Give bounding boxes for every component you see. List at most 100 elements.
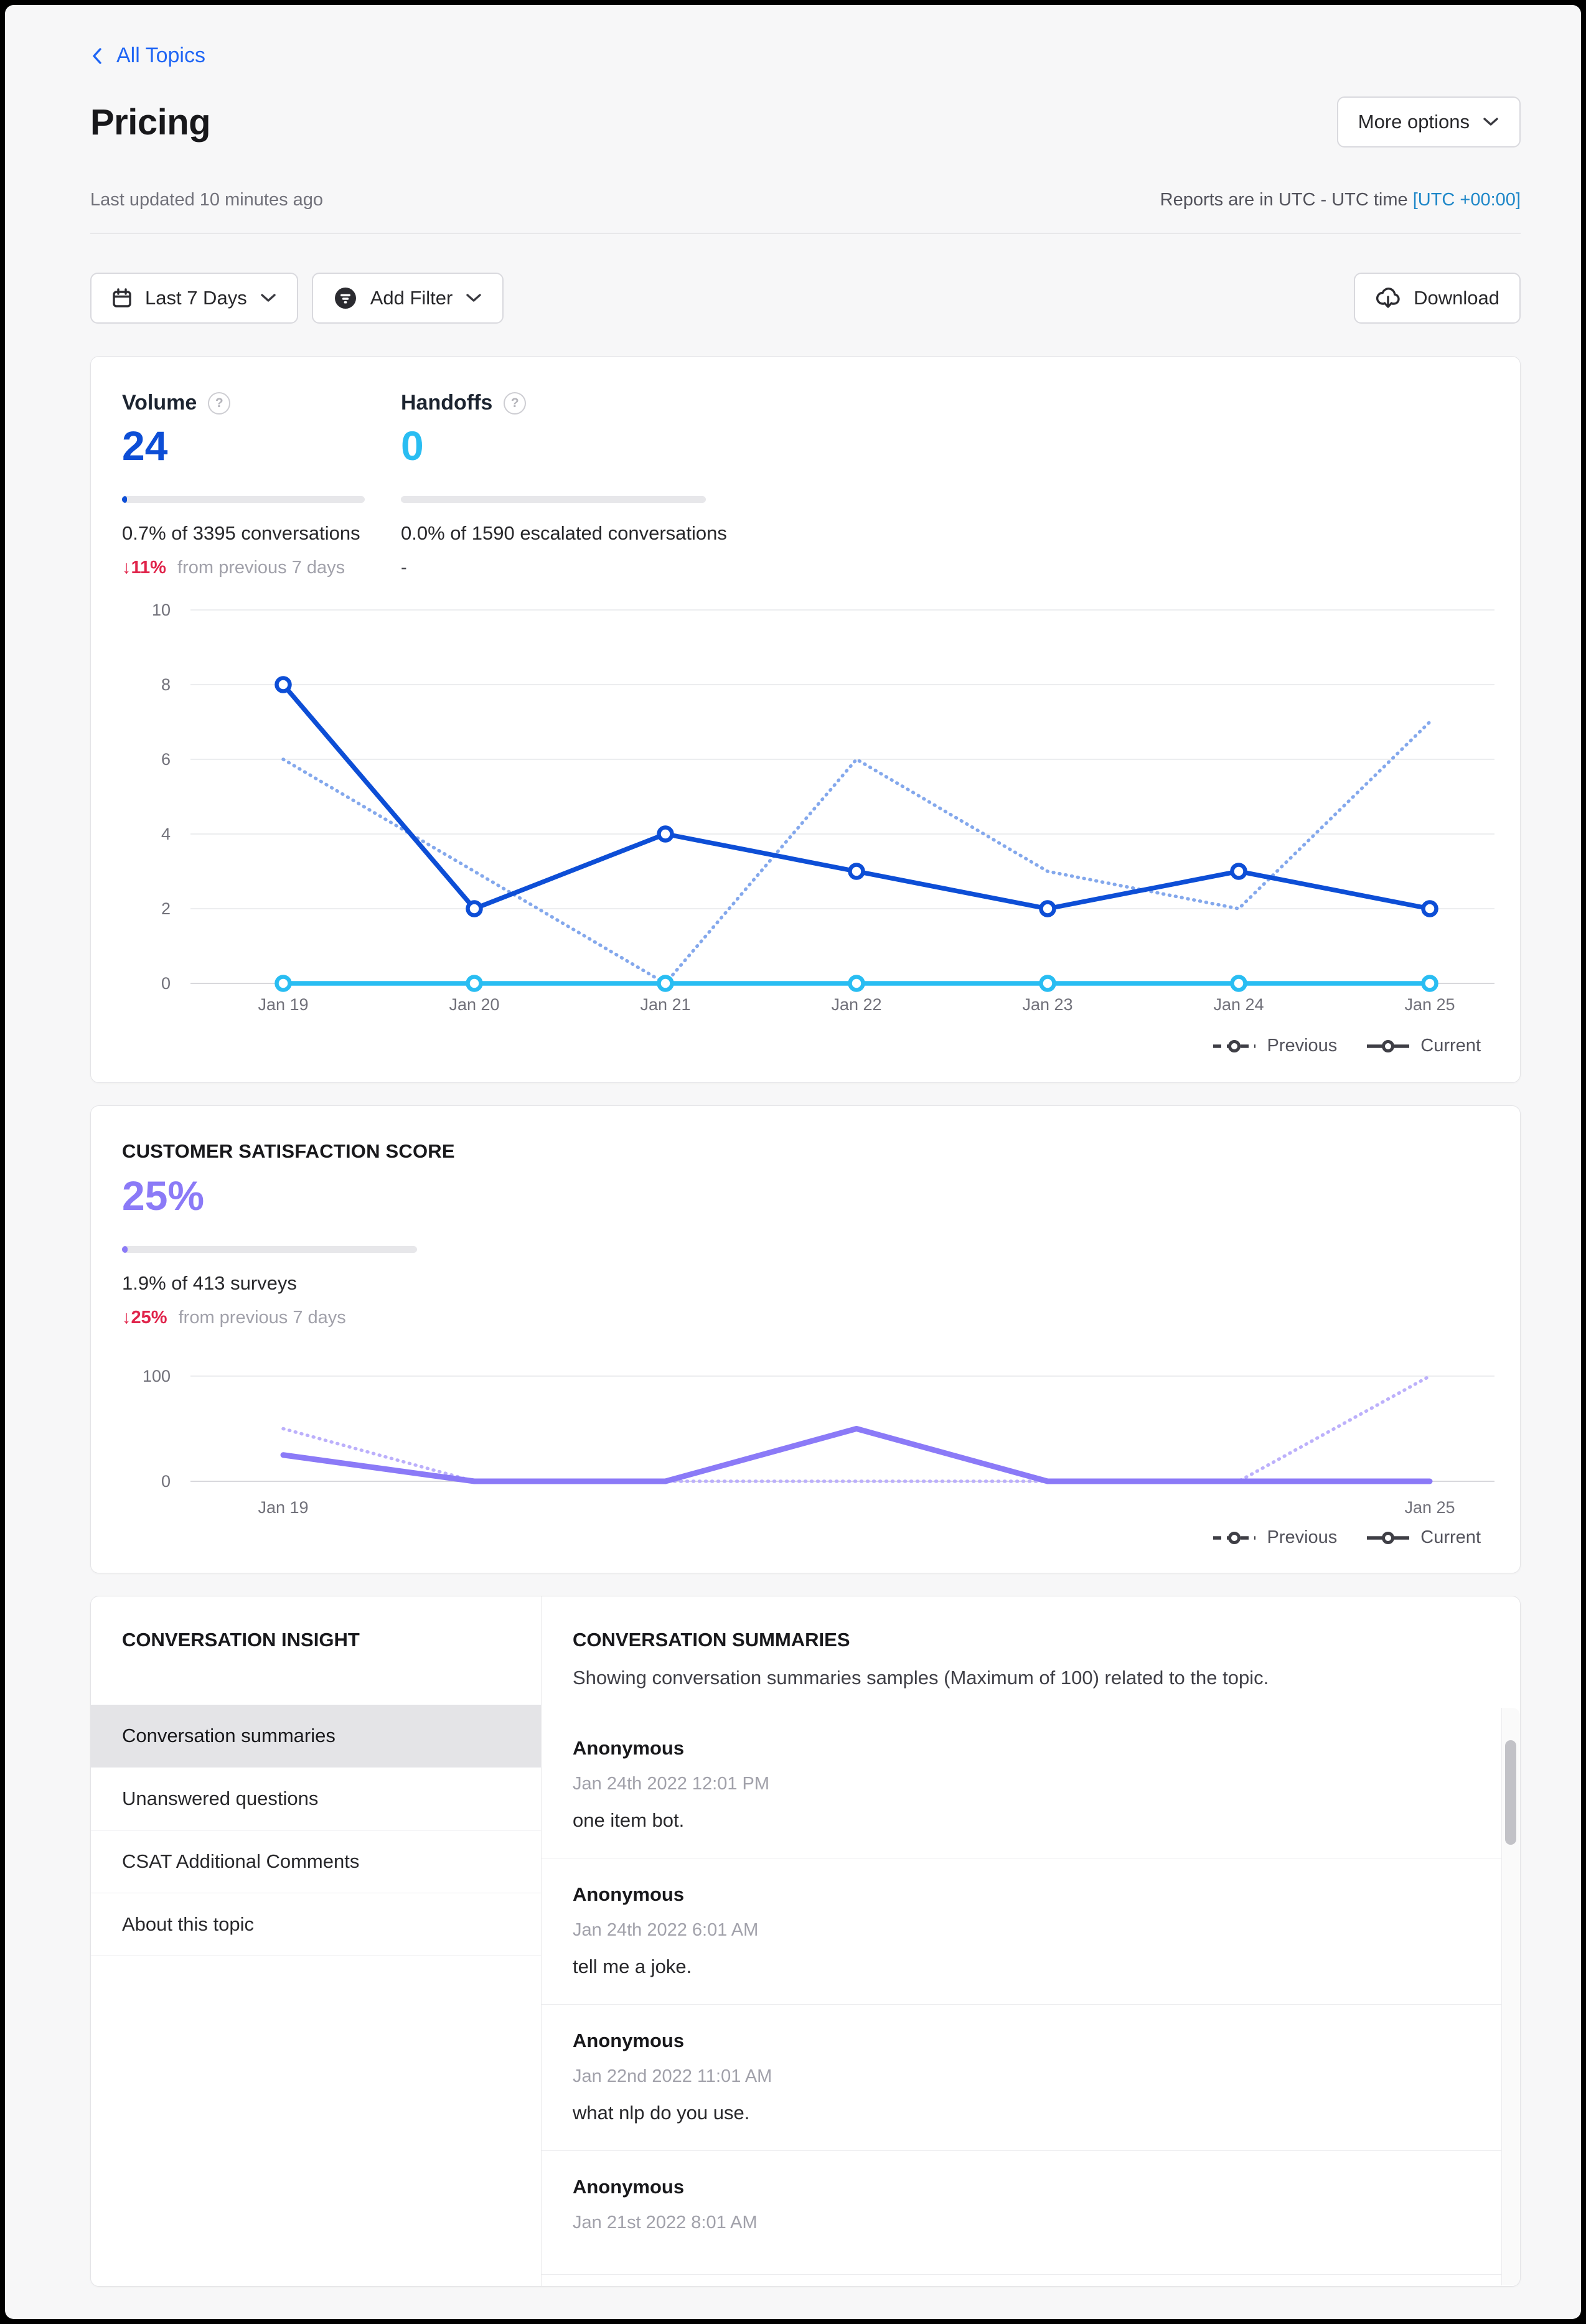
scrollbar-track[interactable] [1501,1708,1520,2285]
timezone-link[interactable]: [UTC +00:00] [1413,190,1521,210]
scrollbar-thumb[interactable] [1505,1740,1516,1845]
summary-entry: Anonymous Jan 24th 2022 6:01 AM tell me a … [542,1858,1520,2005]
entry-timestamp: Jan 21st 2022 8:01 AM [573,2212,1464,2233]
summaries-list[interactable]: Anonymous Jan 24th 2022 12:01 PM one item … [542,1712,1520,2275]
last-updated-text: Last updated 10 minutes ago [90,190,323,210]
svg-text:Jan 24: Jan 24 [1213,995,1264,1014]
sidebar-item-conversation-summaries[interactable]: Conversation summaries [91,1705,541,1768]
calendar-icon [111,288,133,309]
svg-text:10: 10 [152,601,171,619]
add-filter-label: Add Filter [370,287,453,309]
entry-timestamp: Jan 22nd 2022 11:01 AM [573,2066,1464,2087]
svg-text:Jan 21: Jan 21 [640,995,690,1014]
handoffs-value: 0 [401,423,1486,469]
entry-message: one item bot. [573,1809,1464,1832]
svg-text:Jan 23: Jan 23 [1022,995,1072,1014]
summary-entry: Anonymous Jan 22nd 2022 11:01 AM what nlp … [542,2005,1520,2151]
chevron-down-icon [1482,116,1499,128]
timezone-note: Reports are in UTC - UTC time [UTC +00:0… [1160,190,1521,210]
summary-entry: Anonymous Jan 24th 2022 12:01 PM one item … [542,1712,1520,1858]
svg-text:Jan 19: Jan 19 [258,1498,308,1517]
download-label: Download [1414,287,1499,309]
entry-message: tell me a joke. [573,1956,1464,1978]
entry-timestamp: Jan 24th 2022 12:01 PM [573,1773,1464,1794]
dashed-line-marker-icon [1212,1039,1257,1053]
volume-delta-note: from previous 7 days [177,558,345,578]
legend-current: Current [1366,1527,1481,1548]
page-title: Pricing [90,101,210,143]
legend-current: Current [1366,1036,1481,1056]
legend-previous: Previous [1212,1527,1337,1548]
handoffs-metric: Handoffs ? 0 0.0% of 1590 escalated conv… [401,391,1486,579]
svg-text:Jan 20: Jan 20 [449,995,499,1014]
insight-heading: CONVERSATION INSIGHT [91,1596,541,1651]
volume-subtitle: 0.7% of 3395 conversations [122,522,401,545]
volume-handoffs-card: Volume ? 24 0.7% of 3395 conversations ↓… [90,356,1521,1083]
summaries-subtitle: Showing conversation summaries samples (… [573,1666,1483,1690]
summary-entry: Anonymous Jan 21st 2022 8:01 AM [542,2151,1520,2275]
summaries-heading: CONVERSATION SUMMARIES [542,1596,1520,1651]
volume-handoffs-chart[interactable]: 0246810Jan 19Jan 20Jan 21Jan 22Jan 23Jan… [116,590,1523,1032]
date-range-button[interactable]: Last 7 Days [90,273,298,324]
sidebar-item-csat-additional-comments[interactable]: CSAT Additional Comments [91,1830,541,1893]
csat-delta: ↓25% [122,1308,167,1328]
dashed-line-marker-icon [1212,1531,1257,1545]
handoffs-progress-bar [401,496,706,503]
svg-text:Jan 22: Jan 22 [831,995,881,1014]
download-button[interactable]: Download [1354,273,1521,324]
help-circle-icon[interactable]: ? [208,392,230,415]
svg-text:0: 0 [161,974,171,993]
entry-author: Anonymous [573,2176,1464,2198]
chart-legend: Previous Current [122,1527,1486,1548]
filter-icon [333,286,358,311]
chevron-down-icon [260,293,277,304]
back-to-all-topics-link[interactable]: All Topics [90,44,205,68]
insight-sidebar: CONVERSATION INSIGHT Conversation summar… [91,1596,542,2286]
csat-card: CUSTOMER SATISFACTION SCORE 25% 1.9% of … [90,1105,1521,1573]
report-page: All Topics Pricing More options Last upd… [5,5,1581,2319]
conversation-insight-card: CONVERSATION INSIGHT Conversation summar… [90,1596,1521,2287]
entry-timestamp: Jan 24th 2022 6:01 AM [573,1919,1464,1941]
csat-progress-fill [122,1246,128,1253]
csat-subtitle: 1.9% of 413 surveys [122,1272,1486,1295]
more-options-button[interactable]: More options [1337,96,1521,148]
csat-value: 25% [122,1173,1486,1219]
csat-delta-note: from previous 7 days [179,1308,346,1328]
legend-previous: Previous [1212,1036,1337,1056]
svg-text:8: 8 [161,675,171,694]
csat-chart[interactable]: 0100Jan 19Jan 25 [116,1340,1523,1524]
entry-author: Anonymous [573,2030,1464,2052]
sidebar-item-about-this-topic[interactable]: About this topic [91,1893,541,1956]
cloud-download-icon [1375,286,1401,310]
handoffs-label: Handoffs [401,391,492,415]
date-range-label: Last 7 Days [145,287,247,309]
entry-author: Anonymous [573,1737,1464,1759]
solid-line-marker-icon [1366,1531,1410,1545]
help-circle-icon[interactable]: ? [504,392,526,415]
svg-text:Jan 25: Jan 25 [1404,995,1455,1014]
chevron-down-icon [465,293,482,304]
csat-progress-bar [122,1246,417,1253]
svg-text:Jan 25: Jan 25 [1404,1498,1455,1517]
add-filter-button[interactable]: Add Filter [312,273,504,324]
volume-progress-fill [122,496,127,503]
svg-text:0: 0 [161,1472,171,1491]
svg-text:4: 4 [161,825,171,843]
entry-author: Anonymous [573,1883,1464,1906]
back-link-label: All Topics [116,44,205,68]
svg-text:6: 6 [161,750,171,769]
chevron-left-icon [90,46,105,66]
entry-message: what nlp do you use. [573,2102,1464,2124]
insight-menu: Conversation summariesUnanswered questio… [91,1705,541,1956]
chart-legend: Previous Current [122,1036,1486,1056]
volume-progress-bar [122,496,365,503]
solid-line-marker-icon [1366,1039,1410,1053]
header-divider [90,233,1521,234]
handoffs-delta: - [401,558,407,578]
summaries-panel: CONVERSATION SUMMARIES Showing conversat… [542,1596,1520,2286]
volume-metric: Volume ? 24 0.7% of 3395 conversations ↓… [122,391,401,579]
csat-heading: CUSTOMER SATISFACTION SCORE [122,1140,1486,1163]
handoffs-subtitle: 0.0% of 1590 escalated conversations [401,522,1486,545]
sidebar-item-unanswered-questions[interactable]: Unanswered questions [91,1768,541,1830]
volume-label: Volume [122,391,197,415]
